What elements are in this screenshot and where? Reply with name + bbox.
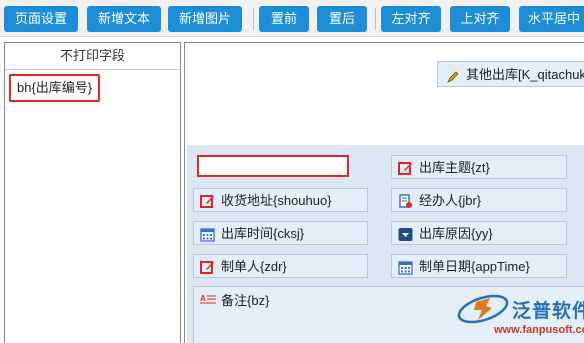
- dropdown-icon: [398, 226, 413, 241]
- page-settings-button[interactable]: 页面设置: [4, 6, 78, 32]
- field-apptime[interactable]: 制单日期{appTime}: [391, 254, 567, 278]
- header-field[interactable]: 其他出库[K_qitachuku: [437, 61, 584, 87]
- field-cksj[interactable]: 出库时间{cksj}: [193, 221, 368, 245]
- toolbar: 页面设置 新增文本 新增图片 置前 置后 左对齐 上对齐 水平居中: [0, 0, 584, 37]
- logo-url: www.fanpusoft.com: [494, 324, 584, 336]
- field-zdr[interactable]: 制单人{zdr}: [193, 254, 368, 278]
- calendar-icon: [200, 226, 215, 242]
- person-list-icon: [398, 193, 413, 208]
- align-top-button[interactable]: 上对齐: [450, 6, 510, 32]
- pencil-icon: [446, 67, 461, 83]
- empty-field-box[interactable]: [197, 155, 349, 177]
- logo-emblem-icon: [457, 294, 509, 324]
- field-jbr[interactable]: 经办人{jbr}: [391, 188, 567, 212]
- center-horizontal-button[interactable]: 水平居中: [519, 6, 584, 32]
- field-ckzt[interactable]: 出库主题{zt}: [391, 155, 567, 179]
- field-item-bh[interactable]: bh{出库编号}: [9, 74, 101, 102]
- bring-forward-button[interactable]: 置前: [259, 6, 309, 32]
- fanpu-logo: 泛普软件 www.fanpusoft.com: [454, 290, 584, 342]
- calendar-icon: [398, 259, 413, 275]
- field-yy[interactable]: 出库原因{yy}: [391, 221, 567, 245]
- add-text-button[interactable]: 新增文本: [87, 6, 161, 32]
- panel-header: 不打印字段: [5, 43, 180, 70]
- toolbar-separator: [253, 8, 254, 30]
- align-left-button[interactable]: 左对齐: [381, 6, 441, 32]
- logo-text: 泛普软件: [512, 301, 584, 322]
- edit-icon: [200, 193, 215, 208]
- textarea-icon: A: [200, 293, 216, 305]
- send-backward-button[interactable]: 置后: [317, 6, 367, 32]
- edit-icon: [398, 160, 413, 175]
- add-image-button[interactable]: 新增图片: [168, 6, 242, 32]
- toolbar-separator: [375, 8, 376, 30]
- edit-icon: [200, 259, 215, 274]
- field-shouhuo[interactable]: 收货地址{shouhuo}: [193, 188, 368, 212]
- non-print-fields-panel: 不打印字段 bh{出库编号}: [4, 42, 181, 343]
- svg-text:A: A: [200, 294, 206, 303]
